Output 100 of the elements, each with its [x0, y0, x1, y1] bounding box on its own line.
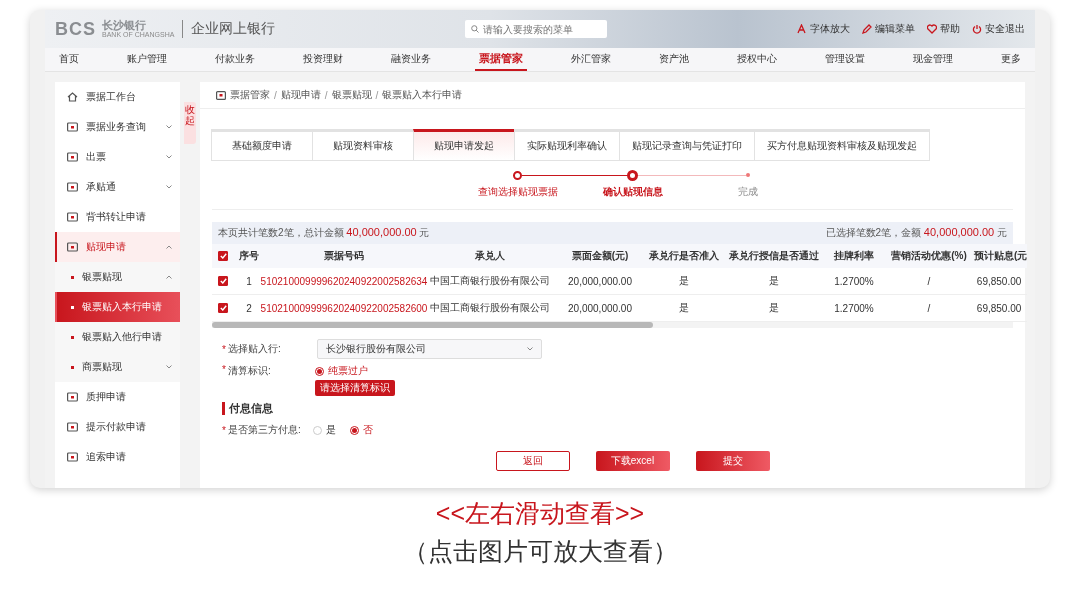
nav-item[interactable]: 外汇管家 [567, 48, 615, 71]
search-field[interactable]: 请输入要搜索的菜单 [465, 20, 608, 38]
required-mark: * [222, 364, 226, 375]
table-cell: 69,850.00 [974, 268, 1028, 295]
chevron-icon [526, 347, 533, 351]
sidebar-item[interactable]: 票据工作台 [55, 82, 180, 112]
column-header: 票面金额(元) [556, 244, 644, 268]
field-label: 是否第三方付息: [227, 423, 301, 437]
nav-item[interactable]: 票据管家 [475, 48, 527, 71]
sidebar-item[interactable]: 承贴通 [55, 172, 180, 202]
bank-select[interactable]: 长沙银行股份有限公司 [316, 339, 542, 359]
nav-item[interactable]: 融资业务 [387, 48, 435, 71]
table-cell: 20,000,000.00 [556, 268, 644, 295]
caption-text: （点击图片可放大查看） [402, 536, 678, 567]
breadcrumb-separator: / [324, 89, 328, 101]
nav-item[interactable]: 管理设置 [821, 48, 869, 71]
tab[interactable]: 买方付息贴现资料审核及贴现发起 [754, 129, 930, 161]
table-cell: 是 [724, 268, 824, 295]
nav-item[interactable]: 资产池 [655, 48, 693, 71]
nav-item[interactable]: 更多 [997, 48, 1025, 71]
document-icon [67, 242, 78, 252]
sidebar-item[interactable]: 银票贴现 [55, 262, 180, 292]
pencil-icon [862, 24, 872, 34]
header-link[interactable]: 字体放大 [797, 22, 850, 36]
table-cell: 1.2700% [824, 268, 884, 295]
bank-name: 长沙银行 [102, 19, 147, 32]
sidebar-item[interactable]: 质押申请 [55, 382, 180, 412]
required-mark: * [222, 424, 226, 436]
sidebar-item[interactable]: 银票贴入他行申请 [55, 322, 180, 352]
sidebar-item[interactable]: 背书转让申请 [55, 202, 180, 232]
nav-item[interactable]: 账户管理 [123, 48, 171, 71]
sidebar-item[interactable]: 票据业务查询 [55, 112, 180, 142]
breadcrumb-link[interactable]: 银票贴入本行申请 [382, 88, 463, 102]
table-cell: / [884, 268, 974, 295]
radio-option[interactable]: 是 [312, 423, 336, 437]
chevron-icon [166, 125, 172, 129]
sidebar-item[interactable]: 贴现申请 [55, 232, 180, 262]
document-icon [67, 122, 78, 132]
document-icon [67, 392, 78, 402]
logo: BCS [55, 18, 96, 40]
column-header: 票据号码 [264, 244, 424, 268]
checkbox[interactable] [218, 251, 228, 261]
header-link[interactable]: 安全退出 [972, 22, 1025, 36]
document-icon [67, 452, 78, 462]
sidebar-item[interactable]: 出票 [55, 142, 180, 172]
chevron-icon [166, 275, 172, 279]
document-icon [67, 152, 78, 162]
radio-option[interactable]: 纯票过户 [314, 364, 368, 378]
letter-a-icon [797, 24, 807, 34]
column-header: 承兑行是否准入 [644, 244, 724, 268]
scrollbar-thumb[interactable] [212, 322, 653, 328]
action-button[interactable]: 提交 [695, 451, 770, 471]
header-link[interactable]: 编辑菜单 [862, 22, 915, 36]
breadcrumb-separator: / [274, 89, 277, 101]
sidebar-item[interactable]: 追索申请 [55, 442, 180, 472]
caption-text: <<左右滑动查看>> [435, 498, 645, 529]
step-label: 查询选择贴现票据 [477, 185, 558, 199]
tab[interactable]: 贴现记录查询与凭证打印 [619, 129, 755, 161]
checkbox[interactable] [218, 303, 228, 313]
checkbox[interactable] [218, 276, 228, 286]
summary-text: 已选择笔数2笔，金额 40,000,000.00 元 [825, 226, 1007, 240]
nav-item[interactable]: 首页 [55, 48, 83, 71]
field-label: 选择贴入行: [227, 342, 281, 356]
power-icon [972, 24, 982, 34]
chevron-icon [166, 155, 172, 159]
tab[interactable]: 基础额度申请 [211, 129, 313, 161]
breadcrumb-link[interactable]: 贴现申请 [280, 88, 321, 102]
action-button[interactable]: 下载excel [595, 451, 670, 471]
step-label: 完成 [737, 185, 758, 199]
summary-text: 本页共计笔数2笔，总计金额 40,000,000.00 元 [218, 226, 430, 240]
header-link[interactable]: 帮助 [927, 22, 960, 36]
tab[interactable]: 贴现资料审核 [312, 129, 414, 161]
chevron-icon [166, 245, 172, 249]
document-icon [67, 182, 78, 192]
field-label: 清算标识: [227, 364, 271, 378]
sidebar-item[interactable]: 商票贴现 [55, 352, 180, 382]
collapse-tab[interactable]: 收起 [184, 102, 196, 144]
sidebar-item[interactable]: 银票贴入本行申请 [55, 292, 180, 322]
required-mark: * [222, 343, 226, 355]
home-icon [67, 92, 78, 102]
column-header: 序号 [234, 244, 264, 268]
nav-item[interactable]: 付款业务 [211, 48, 259, 71]
column-header: 预计贴息(元 [974, 244, 1028, 268]
column-header: 承兑行授信是否通过 [724, 244, 824, 268]
breadcrumb-separator: / [375, 89, 379, 101]
step-label: 确认贴现信息 [602, 185, 663, 199]
nav-item[interactable]: 投资理财 [299, 48, 347, 71]
back-button[interactable]: 返回 [495, 451, 570, 471]
column-header: 挂牌利率 [824, 244, 884, 268]
nav-item[interactable]: 现金管理 [909, 48, 957, 71]
sidebar-item[interactable]: 提示付款申请 [55, 412, 180, 442]
column-header: 承兑人 [424, 244, 556, 268]
breadcrumb-link[interactable]: 票据管家 [230, 88, 270, 102]
nav-item[interactable]: 授权中心 [733, 48, 781, 71]
breadcrumb-link[interactable]: 银票贴现 [331, 88, 372, 102]
radio-option[interactable]: 否 [349, 423, 373, 437]
tab[interactable]: 贴现申请发起 [413, 129, 515, 161]
heart-icon [927, 24, 937, 34]
table-cell: 是 [644, 268, 724, 295]
tab[interactable]: 实际贴现利率确认 [514, 129, 620, 161]
